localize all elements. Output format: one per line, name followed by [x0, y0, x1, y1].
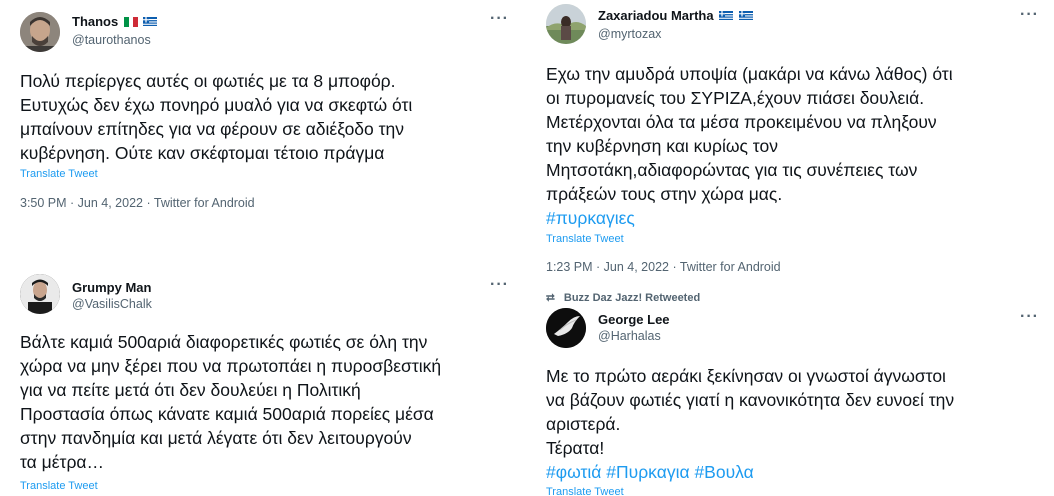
tweet-text: Πολύ περίεργες αυτές οι φωτιές με τα 8 μ… — [20, 71, 413, 163]
tweet-card[interactable]: ⮂ Buzz Daz Jazz! Retweeted George Lee @H… — [526, 286, 1054, 496]
avatar-photo-icon — [546, 4, 586, 44]
tweet-card[interactable]: Thanos @taurothanos ··· Πολύ περίεργες α… — [0, 0, 520, 232]
display-name[interactable]: Grumpy Man — [72, 280, 151, 295]
greece-flag-icon — [738, 11, 753, 21]
greece-flag-icon — [719, 11, 734, 21]
retweet-icon: ⮂ — [546, 292, 555, 304]
avatar-photo-icon — [20, 274, 60, 314]
tweet-timestamp[interactable]: 3:50 PM · Jun 4, 2022 · Twitter for Andr… — [20, 196, 255, 210]
avatar-photo-icon — [546, 308, 586, 348]
avatar[interactable] — [20, 12, 60, 52]
retweeted-by-label[interactable]: Buzz Daz Jazz! Retweeted — [564, 292, 700, 304]
translate-tweet-link[interactable]: Translate Tweet — [546, 486, 624, 496]
avatar[interactable] — [20, 274, 60, 314]
more-options-icon[interactable]: ··· — [1020, 6, 1039, 24]
retweet-context: ⮂ Buzz Daz Jazz! Retweeted — [546, 292, 700, 305]
more-options-icon[interactable]: ··· — [1020, 308, 1039, 326]
avatar-photo-icon — [20, 12, 60, 52]
more-options-icon[interactable]: ··· — [490, 276, 509, 294]
translate-tweet-link[interactable]: Translate Tweet — [546, 233, 624, 245]
display-name[interactable]: George Lee — [598, 312, 670, 327]
tweet-timestamp[interactable]: 1:23 PM · Jun 4, 2022 · Twitter for Andr… — [546, 260, 781, 274]
hashtag-links[interactable]: #φωτιά #Πυρκαγια #Βουλα — [546, 460, 754, 484]
more-options-icon[interactable]: ··· — [490, 10, 509, 28]
display-name[interactable]: Thanos — [72, 14, 158, 29]
username[interactable]: @taurothanos — [72, 33, 151, 47]
username[interactable]: @VasilisChalk — [72, 297, 152, 311]
display-name[interactable]: Zaxariadou Martha — [598, 8, 753, 23]
avatar[interactable] — [546, 308, 586, 348]
italy-flag-icon — [123, 17, 138, 27]
tweet-text: Με το πρώτο αεράκι ξεκίνησαν οι γνωστοί … — [546, 366, 955, 458]
translate-tweet-link[interactable]: Translate Tweet — [20, 168, 98, 180]
hashtag-link[interactable]: #πυρκαγιες — [546, 206, 635, 230]
tweet-card[interactable]: Grumpy Man @VasilisChalk ··· Βάλτε καμιά… — [0, 266, 520, 496]
tweet-card[interactable]: Zaxariadou Martha @myrtozax ··· Εχω την … — [526, 0, 1054, 282]
tweet-text: Βάλτε καμιά 500αριά διαφορετικές φωτιές … — [20, 332, 442, 472]
username[interactable]: @Harhalas — [598, 329, 661, 343]
username[interactable]: @myrtozax — [598, 27, 661, 41]
avatar[interactable] — [546, 4, 586, 44]
translate-tweet-link[interactable]: Translate Tweet — [20, 480, 98, 492]
greece-flag-icon — [143, 17, 158, 27]
tweet-text: Εχω την αμυδρά υποψία (μακάρι να κάνω λά… — [546, 64, 953, 204]
